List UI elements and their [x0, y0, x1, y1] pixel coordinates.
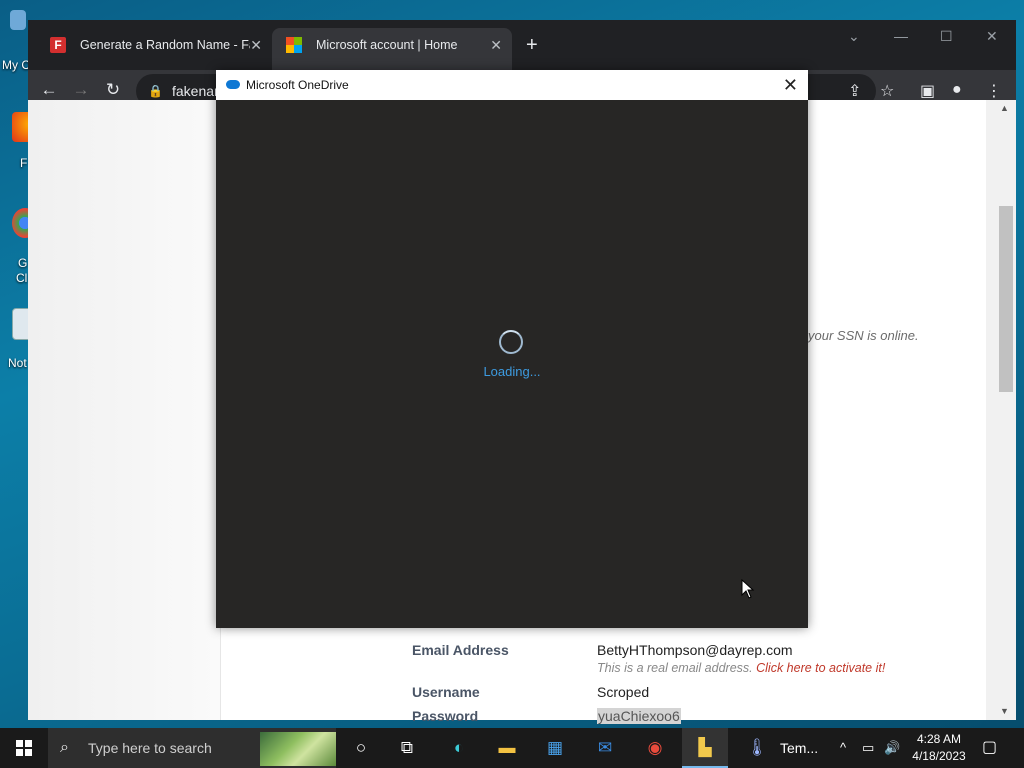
close-tab-icon[interactable]: ✕: [250, 28, 262, 62]
onedrive-cloud-icon: [226, 80, 240, 89]
computer-icon: [10, 10, 26, 30]
onedrive-dialog: Microsoft OneDrive ✕ Loading...: [216, 70, 808, 628]
desktop-icon-label: F: [20, 156, 28, 170]
tab-strip: F Generate a Random Name - Fake ✕ Micros…: [28, 20, 1016, 70]
page-scrollbar[interactable]: ▲ ▼: [986, 100, 1016, 720]
tab-microsoft-account[interactable]: Microsoft account | Home ✕: [272, 28, 512, 70]
desktop-icon-my-computer[interactable]: My C: [0, 10, 28, 74]
forward-arrow-icon[interactable]: →: [70, 80, 92, 100]
fakename-f-icon: F: [50, 37, 66, 53]
reload-icon[interactable]: ↻: [102, 80, 124, 100]
loading-text: Loading...: [483, 364, 541, 379]
ssn-note: your SSN is online.: [808, 328, 919, 343]
network-icon[interactable]: ▭: [862, 728, 874, 768]
search-placeholder: Type here to search: [88, 740, 212, 756]
close-tab-icon[interactable]: ✕: [490, 28, 502, 62]
thermometer-icon[interactable]: 🌡: [734, 728, 780, 768]
email-label: Email Address: [412, 642, 509, 658]
edge-browser-icon[interactable]: ◐: [436, 728, 482, 768]
share-icon[interactable]: ⇪: [848, 81, 861, 101]
chrome-icon: [12, 208, 28, 238]
close-window-icon[interactable]: ✕: [986, 28, 998, 45]
side-panel-icon[interactable]: ▣: [920, 81, 935, 101]
search-icon: ⌕: [60, 739, 69, 756]
onedrive-setup-taskbar-icon[interactable]: ▙: [682, 728, 728, 768]
desktop-icon-label: G: [18, 256, 28, 270]
profile-avatar-icon[interactable]: ●: [952, 81, 962, 99]
email-note: This is a real email address. Click here…: [597, 661, 885, 675]
microsoft-store-icon[interactable]: ▦: [532, 728, 578, 768]
email-note-text: This is a real email address.: [597, 661, 753, 675]
tab-search-chevron-icon[interactable]: ⌄: [848, 28, 860, 45]
volume-icon[interactable]: 🔊: [884, 728, 900, 768]
windows-start-icon[interactable]: [16, 740, 32, 756]
temp-app-label[interactable]: Tem...: [780, 728, 818, 768]
mouse-cursor-icon: [741, 579, 755, 599]
desktop-icon-label: My C: [2, 58, 28, 72]
maximize-icon[interactable]: ☐: [940, 28, 953, 45]
minimize-icon[interactable]: —: [894, 28, 908, 44]
clock-date: 4/18/2023: [912, 749, 966, 763]
file-explorer-icon[interactable]: ▬: [484, 728, 530, 768]
activate-email-link[interactable]: Click here to activate it!: [756, 661, 885, 675]
username-value: Scroped: [597, 684, 650, 700]
scroll-down-icon[interactable]: ▼: [1000, 706, 1009, 716]
search-highlight-image-icon: [260, 732, 336, 766]
back-arrow-icon[interactable]: ←: [38, 80, 60, 100]
firefox-icon: [12, 112, 28, 142]
desktop-icon-chrome[interactable]: G Cl: [0, 208, 28, 288]
task-view-icon[interactable]: ⧉: [384, 728, 430, 768]
chrome-taskbar-icon[interactable]: ◉: [632, 728, 678, 768]
new-tab-button[interactable]: +: [526, 35, 538, 55]
microsoft-logo-icon: [286, 37, 302, 53]
dialog-body: Loading...: [216, 100, 808, 628]
tray-chevron-icon[interactable]: ^: [840, 728, 846, 768]
cortana-icon[interactable]: ○: [338, 728, 384, 768]
desktop-icon-notepad[interactable]: Not: [0, 308, 28, 372]
username-label: Username: [412, 684, 480, 700]
password-label: Password: [412, 708, 479, 724]
tab-title: Microsoft account | Home: [316, 38, 458, 52]
dialog-title: Microsoft OneDrive: [246, 78, 349, 92]
taskbar: ⌕ Type here to search ○ ⧉ ◐ ▬ ▦ ✉ ◉ ▙ 🌡 …: [0, 728, 1024, 768]
scrollbar-thumb[interactable]: [999, 206, 1013, 392]
taskbar-search-box[interactable]: ⌕ Type here to search: [48, 728, 336, 768]
bookmark-star-icon[interactable]: ☆: [880, 81, 894, 101]
page-left-column: [28, 100, 221, 720]
mail-icon[interactable]: ✉: [582, 728, 628, 768]
notepad-icon: [12, 308, 28, 340]
email-value: BettyHThompson@dayrep.com: [597, 642, 793, 658]
taskbar-clock[interactable]: 4:28 AM 4/18/2023: [904, 731, 974, 765]
notification-icon[interactable]: ▢: [982, 728, 997, 768]
clock-time: 4:28 AM: [916, 732, 962, 746]
desktop-icon-label: Not: [8, 356, 27, 370]
tab-fakename[interactable]: F Generate a Random Name - Fake ✕: [36, 28, 272, 70]
tab-title: Generate a Random Name - Fake: [80, 38, 250, 52]
menu-kebab-icon[interactable]: ⋮: [986, 81, 1002, 101]
desktop-icon-firefox[interactable]: F: [0, 112, 28, 172]
scroll-up-icon[interactable]: ▲: [1000, 103, 1009, 113]
close-dialog-icon[interactable]: ✕: [783, 70, 798, 100]
address-text: fakenar: [172, 83, 219, 99]
dialog-title-bar: Microsoft OneDrive ✕: [216, 70, 808, 100]
loading-spinner-icon: [499, 330, 523, 354]
password-value: yuaChiexoo6: [597, 708, 681, 724]
desktop-icon-label: Cl: [16, 271, 28, 285]
